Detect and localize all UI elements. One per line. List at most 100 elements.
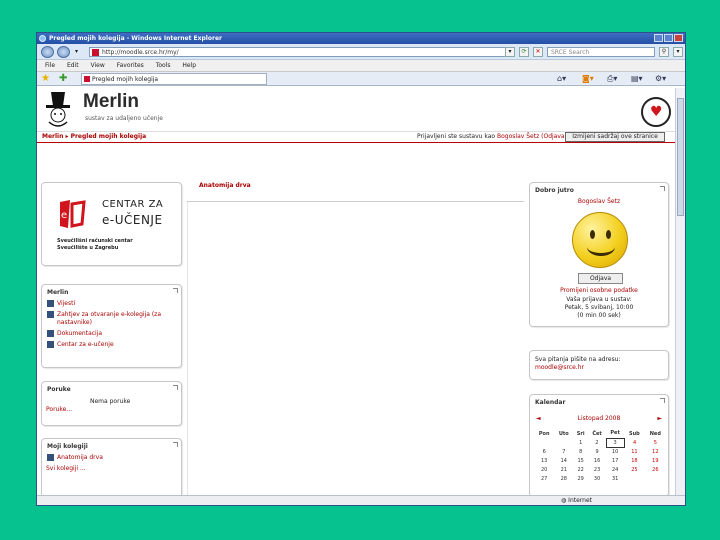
merlin-link-centar[interactable]: Centar za e-učenje [42, 341, 181, 349]
contact-email-link[interactable]: moodle@srce.hr [535, 364, 584, 371]
user-name[interactable]: Bogoslav Šetz [530, 198, 668, 205]
calendar-day[interactable]: 23 [588, 465, 606, 474]
calendar-day[interactable]: 14 [554, 456, 573, 465]
calendar-day[interactable]: 1 [573, 438, 588, 447]
calendar-day[interactable]: 18 [624, 456, 645, 465]
merlin-block: Merlin Vijesti Zahtjev za otvaranje e-ko… [41, 284, 182, 368]
calendar-day[interactable]: 19 [645, 456, 666, 465]
calendar-day[interactable]: 21 [554, 465, 573, 474]
calendar-month[interactable]: Listopad 2008 [530, 415, 668, 422]
back-button[interactable] [41, 46, 54, 58]
calendar-next-icon[interactable]: ► [657, 415, 662, 422]
menu-edit[interactable]: Edit [67, 62, 79, 69]
course-title-link[interactable]: Anatomija drva [199, 182, 251, 189]
all-courses-link[interactable]: Svi kolegiji ... [42, 465, 181, 472]
calendar-day[interactable]: 26 [645, 465, 666, 474]
menu-tools[interactable]: Tools [156, 62, 171, 69]
calendar-day[interactable]: 8 [573, 447, 588, 456]
feeds-icon[interactable]: ◙▾ [582, 74, 594, 84]
calendar-week: 12345 [534, 437, 666, 448]
calendar-day[interactable]: 10 [606, 447, 624, 456]
merlin-link-dokumentacija[interactable]: Dokumentacija [42, 330, 181, 338]
calendar-day[interactable]: 4 [624, 438, 645, 447]
address-toolbar: ▾ http://moodle.srce.hr/my/ ▾ ⟳ ✕ SRCE S… [37, 44, 685, 60]
block-collapse-icon[interactable] [173, 288, 178, 293]
search-options-icon[interactable]: ▾ [673, 47, 683, 57]
calendar-day[interactable] [645, 474, 666, 483]
calendar-day[interactable]: 22 [573, 465, 588, 474]
close-button[interactable] [674, 34, 683, 42]
address-dropdown-icon[interactable]: ▾ [505, 47, 515, 57]
calendar-day[interactable]: 17 [606, 456, 624, 465]
calendar-day[interactable]: 16 [588, 456, 606, 465]
status-bar: ◍ Internet [37, 495, 685, 505]
calendar-day[interactable]: 6 [534, 447, 554, 456]
vertical-scrollbar[interactable] [675, 88, 685, 497]
block-collapse-icon[interactable] [173, 385, 178, 390]
menu-view[interactable]: View [91, 62, 105, 69]
calendar-day[interactable]: 31 [606, 474, 624, 483]
course-link[interactable]: Anatomija drva [42, 454, 181, 462]
block-collapse-icon[interactable] [660, 398, 665, 403]
calendar-day[interactable]: 20 [534, 465, 554, 474]
day-header: Pet [610, 430, 620, 437]
logout-button[interactable]: Odjava [578, 273, 623, 284]
calendar-day[interactable]: 30 [588, 474, 606, 483]
menu-favorites[interactable]: Favorites [117, 62, 144, 69]
print-icon[interactable]: ⎙▾ [607, 74, 617, 84]
calendar-day[interactable]: 13 [534, 456, 554, 465]
search-icon[interactable]: ⚲ [659, 47, 669, 57]
calendar-day[interactable]: 5 [645, 438, 666, 447]
calendar-day[interactable]: 9 [588, 447, 606, 456]
maximize-button[interactable] [664, 34, 673, 42]
history-dropdown-icon[interactable]: ▾ [75, 48, 78, 55]
calendar-day[interactable] [624, 474, 645, 483]
eu-center-block[interactable]: e CENTAR ZA e-UČENJE Sveučilišni računsk… [41, 182, 182, 266]
calendar-day[interactable]: 7 [554, 447, 573, 456]
calendar-day[interactable]: 25 [624, 465, 645, 474]
edit-profile-link[interactable]: Promijeni osobne podatke [530, 287, 668, 294]
login-info-line1: Vaša prijava u sustav: [566, 296, 632, 303]
eu-footer-line2: Sveučilište u Zagrebu [57, 245, 119, 251]
calendar-day[interactable]: 24 [606, 465, 624, 474]
stop-icon[interactable]: ✕ [533, 47, 543, 57]
calendar-day[interactable]: 2 [588, 438, 606, 447]
home-icon[interactable]: ⌂▾ [557, 74, 566, 84]
calendar-day[interactable]: 12 [645, 447, 666, 456]
edit-page-button[interactable]: Izmijeni sadržaj ove stranice [565, 132, 665, 142]
search-input[interactable]: SRCE Search [547, 47, 655, 57]
calendar-day[interactable] [534, 438, 554, 447]
block-title: Poruke [47, 386, 71, 393]
breadcrumb[interactable]: Merlin ▸ Pregled mojih kolegija [42, 132, 146, 142]
calendar-day[interactable] [554, 438, 573, 447]
browser-tab[interactable]: Pregled mojih kolegija [81, 73, 267, 85]
page-icon[interactable]: ▤▾ [631, 74, 643, 84]
favorites-star-icon[interactable]: ★ [41, 73, 50, 85]
menu-help[interactable]: Help [182, 62, 196, 69]
merlin-link-vijesti[interactable]: Vijesti [42, 300, 181, 308]
minimize-button[interactable] [654, 34, 663, 42]
address-bar[interactable]: http://moodle.srce.hr/my/ [89, 47, 513, 57]
messages-block: Poruke Nema poruke Poruke... [41, 381, 182, 426]
calendar-day[interactable]: 28 [554, 474, 573, 483]
block-collapse-icon[interactable] [660, 186, 665, 191]
svg-text:e: e [61, 210, 67, 221]
calendar-day[interactable]: 29 [573, 474, 588, 483]
menu-file[interactable]: File [45, 62, 55, 69]
calendar-day-today[interactable]: 3 [605, 437, 625, 448]
messages-link[interactable]: Poruke... [46, 406, 72, 413]
scrollbar-thumb[interactable] [677, 98, 684, 216]
calendar-day[interactable]: 11 [624, 447, 645, 456]
tools-gear-icon[interactable]: ⚙▾ [655, 74, 666, 84]
forward-button[interactable] [57, 46, 70, 58]
calendar-day[interactable]: 27 [534, 474, 554, 483]
contact-block: Sva pitanja pišite na adresu: moodle@src… [529, 350, 669, 380]
link-label: Centar za e-učenje [57, 341, 114, 348]
refresh-icon[interactable]: ⟳ [519, 47, 529, 57]
calendar-day[interactable]: 15 [573, 456, 588, 465]
merlin-link-zahtjev[interactable]: Zahtjev za otvaranje e-kolegija (za nast… [42, 311, 181, 327]
block-collapse-icon[interactable] [173, 442, 178, 447]
add-favorite-icon[interactable]: ✚ [59, 73, 67, 85]
logout-link[interactable]: (Odjava) [541, 133, 567, 140]
user-link[interactable]: Bogoslav Šetz [497, 133, 539, 140]
